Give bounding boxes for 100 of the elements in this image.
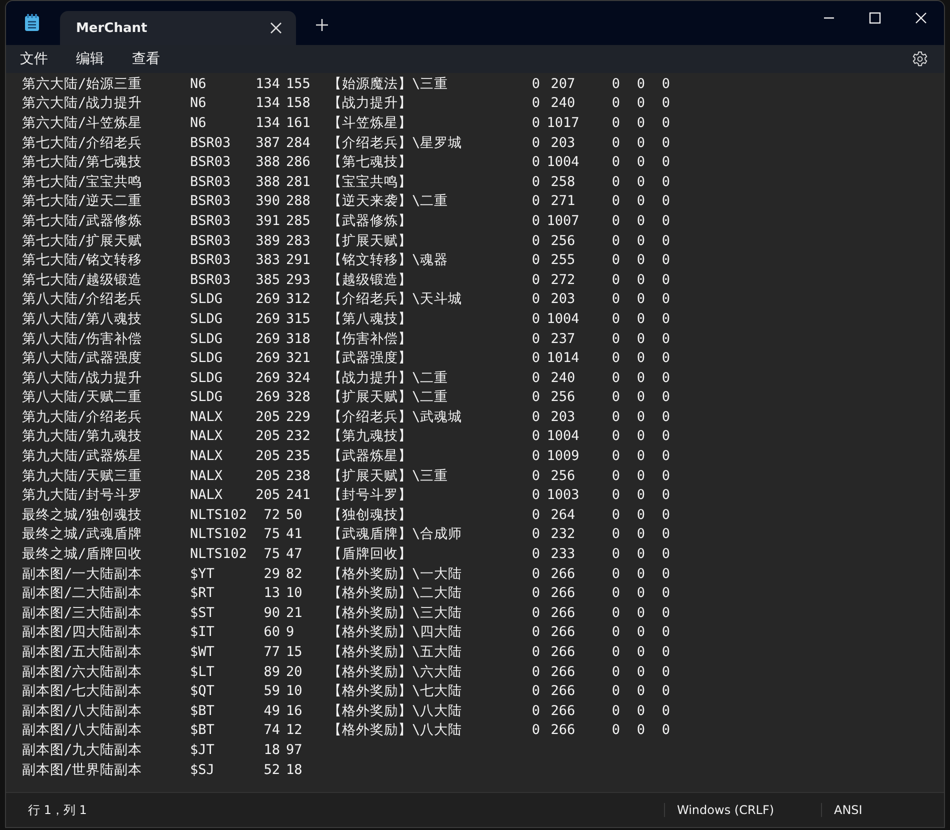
- entry-x: 269: [256, 291, 281, 308]
- entry-value: 0: [636, 408, 645, 425]
- entry-value: 0: [662, 330, 670, 347]
- menu-item[interactable]: 文件: [20, 50, 48, 68]
- entry-name: 第七大陆/逆天二重: [22, 192, 144, 210]
- entry-value: 0: [532, 212, 540, 229]
- entry-value: 0: [662, 683, 670, 700]
- entry-value: 207: [550, 76, 576, 92]
- entry-code: BSR03: [190, 174, 232, 190]
- entry-label: 【武器修炼】: [328, 212, 413, 230]
- entry-name: 第六大陆/战力提升: [22, 94, 144, 112]
- entry-value: 0: [636, 604, 645, 621]
- entry-code: BSR03: [190, 193, 232, 210]
- entry-y: 315: [286, 310, 312, 327]
- add-tab-icon[interactable]: [316, 19, 328, 31]
- entry-code: NALX: [190, 468, 224, 484]
- entry-value: 0: [636, 310, 645, 327]
- entry-y: 20: [286, 664, 304, 680]
- settings-icon[interactable]: [912, 51, 928, 67]
- entry-value: 0: [636, 232, 645, 249]
- entry-name: 第七大陆/越级锻造: [22, 270, 144, 289]
- entry-y: 10: [286, 683, 304, 700]
- entry-value: 0: [662, 722, 670, 738]
- entry-x: 75: [264, 526, 281, 542]
- entry-x: 60: [264, 624, 281, 640]
- entry-x: 52: [264, 762, 281, 778]
- entry-value: 0: [662, 272, 670, 288]
- entry-y: 324: [286, 370, 312, 386]
- entry-name: 第八大陆/第八魂技: [22, 310, 144, 328]
- entry-label: 【始源魔法】\三重: [328, 74, 450, 93]
- entry-name: 第七大陆/武器修炼: [22, 212, 144, 230]
- entry-value: 0: [612, 154, 620, 170]
- entry-value: 0: [662, 546, 670, 562]
- entry-x: 89: [264, 664, 281, 680]
- entry-value: 0: [662, 95, 670, 112]
- entry-x: 75: [264, 546, 281, 562]
- entry-y: 21: [286, 604, 304, 621]
- entry-code: SLDG: [190, 350, 224, 366]
- entry-x: 269: [256, 389, 281, 406]
- entry-code: BSR03: [190, 232, 232, 249]
- entry-value: 0: [612, 252, 620, 268]
- entry-x: 90: [264, 604, 281, 621]
- entry-value: 0: [636, 114, 645, 131]
- entry-label: 【独创魂技】: [328, 506, 413, 524]
- entry-value: 0: [532, 526, 540, 542]
- entry-value: 272: [550, 272, 576, 288]
- close-icon[interactable]: [915, 12, 927, 24]
- entry-value: 256: [550, 232, 576, 249]
- encoding: ANSI: [821, 803, 944, 817]
- entry-label: 【第七魂技】: [328, 153, 413, 172]
- entry-value: 240: [550, 95, 576, 112]
- entry-code: N6: [190, 76, 208, 92]
- entry-code: $BT: [190, 702, 216, 719]
- entry-value: 0: [612, 702, 620, 719]
- entry-value: 0: [662, 291, 670, 308]
- entry-value: 0: [612, 664, 620, 680]
- entry-value: 0: [612, 291, 620, 308]
- entry-x: 72: [264, 506, 281, 523]
- entry-code: NALX: [190, 448, 224, 464]
- entry-value: 0: [532, 585, 540, 602]
- entry-value: 0: [612, 389, 620, 406]
- entry-code: N6: [190, 95, 208, 112]
- entry-name: 第八大陆/战力提升: [22, 368, 144, 387]
- entry-y: 16: [286, 702, 304, 719]
- entry-y: 328: [286, 389, 312, 406]
- entry-value: 0: [636, 506, 645, 523]
- entry-value: 0: [662, 585, 670, 602]
- entry-value: 0: [532, 389, 540, 406]
- entry-code: $SJ: [190, 762, 216, 778]
- entry-label: 【伤害补偿】: [328, 330, 413, 348]
- entry-label: 【扩展天赋】: [328, 232, 413, 250]
- entry-value: 203: [550, 291, 576, 308]
- entry-x: 205: [256, 487, 281, 504]
- entry-code: NALX: [190, 428, 224, 444]
- entry-value: 0: [636, 291, 645, 308]
- entry-value: 0: [612, 428, 620, 444]
- document-tab[interactable]: MerChant: [60, 11, 296, 45]
- entry-value: 237: [550, 330, 576, 347]
- entry-name: 第九大陆/第九魂技: [22, 427, 144, 446]
- entry-value: 0: [636, 193, 645, 210]
- entry-name: 第七大陆/第七魂技: [22, 153, 144, 172]
- entry-code: $WT: [190, 644, 216, 660]
- menu-item[interactable]: 查看: [132, 50, 160, 68]
- entry-value: 1003: [546, 487, 580, 504]
- entry-label: 【格外奖励】\二大陆: [328, 584, 464, 602]
- entry-y: 9: [286, 624, 296, 640]
- entry-code: BSR03: [190, 212, 232, 229]
- entry-name: 第七大陆/宝宝共鸣: [22, 172, 144, 191]
- entry-value: 0: [662, 370, 670, 386]
- close-icon[interactable]: [270, 22, 282, 34]
- entry-label: 【扩展天赋】\二重: [328, 388, 450, 406]
- entry-label: 【封号斗罗】: [328, 486, 413, 504]
- entry-label: 【介绍老兵】\武魂城: [328, 408, 464, 426]
- entry-label: 【格外奖励】\四大陆: [328, 623, 464, 642]
- entry-value: 0: [612, 193, 620, 210]
- entry-y: 97: [286, 742, 304, 758]
- entry-value: 0: [662, 134, 670, 151]
- maximize-icon[interactable]: [869, 12, 881, 24]
- entry-value: 0: [532, 350, 540, 366]
- menu-item[interactable]: 编辑: [76, 50, 104, 68]
